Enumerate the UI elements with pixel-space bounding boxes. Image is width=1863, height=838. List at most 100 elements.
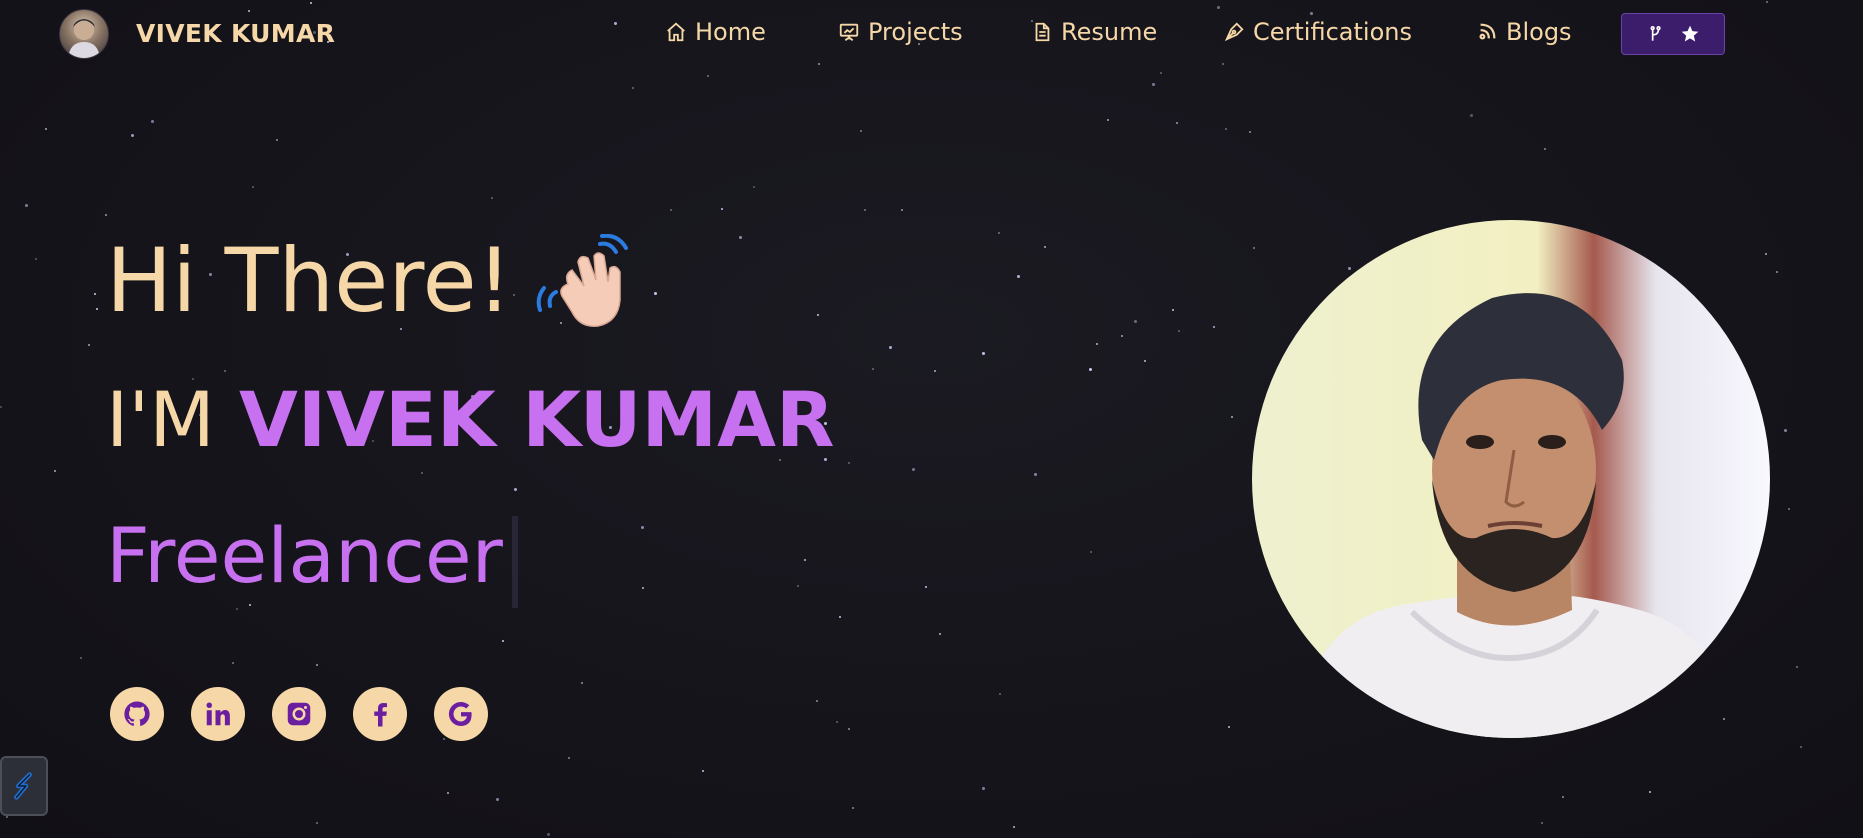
nav-home[interactable]: Home [665,17,766,47]
star-dot [1152,83,1155,86]
star-dot [860,130,862,132]
extension-logo-icon [14,772,32,800]
nav-projects[interactable]: Projects [838,17,963,47]
star-dot [80,657,82,659]
star-dot [1541,822,1543,824]
star-dot [934,370,936,372]
star-dot [514,488,517,491]
star-dot [901,209,903,211]
star-dot [491,197,493,199]
profile-photo [1252,220,1770,738]
star-dot [864,209,866,211]
star-dot [1090,551,1092,553]
star-dot [151,120,154,123]
star-dot [316,822,318,824]
star-dot [35,258,37,260]
star-dot [1253,247,1255,249]
social-facebook[interactable] [353,687,407,741]
star-dot [232,662,234,664]
star-dot [889,346,892,349]
star-dot [1178,330,1180,332]
star-dot [421,472,423,474]
star-dot [1176,122,1178,124]
star-dot [1107,119,1109,121]
star-dot [1796,666,1798,668]
nav-blogs[interactable]: Blogs [1476,17,1572,47]
star-dot [982,787,985,790]
hero-intro: I'M VIVEK KUMAR [106,370,834,470]
star-dot [1228,726,1230,728]
star-dot [836,721,838,723]
star-dot [1249,131,1251,133]
star-dot [25,204,28,207]
star-dot [45,128,47,130]
nav-resume-label: Resume [1061,18,1158,46]
star-dot [1225,128,1227,130]
star-dot [54,470,56,472]
star-dot [1013,826,1015,828]
star-dot [702,770,704,772]
github-star-button[interactable] [1621,13,1725,55]
star-dot [1231,416,1233,418]
star-dot [1144,360,1146,362]
star-dot [707,75,709,77]
document-icon [1035,22,1050,42]
star-dot [872,368,874,370]
star-dot [1788,508,1790,510]
person-portrait-icon [1292,293,1742,738]
star-dot [1784,429,1787,432]
nav-resume[interactable]: Resume [1031,17,1157,47]
star-dot [105,214,107,216]
star-dot [982,352,985,355]
star-dot [753,186,755,188]
star-dot [94,293,96,295]
social-linkedin[interactable] [191,687,245,741]
star-dot [502,640,504,642]
star-dot [1649,791,1651,793]
rss-icon [1479,23,1496,40]
star-dot [1044,246,1046,248]
nav-certifications[interactable]: Certifications [1223,17,1412,47]
star-dot [839,616,841,618]
star-dot [447,792,449,794]
star-dot [998,232,1000,234]
brand-name[interactable]: VIVEK KUMAR [136,19,335,48]
nav-projects-label: Projects [868,18,963,46]
star-dot [852,807,854,809]
star-dot [912,468,915,471]
star-dot [1470,114,1473,117]
social-google[interactable] [434,687,488,741]
github-icon [124,701,150,726]
star-dot [632,87,634,89]
brand-avatar[interactable] [59,9,109,59]
star-dot [642,587,644,589]
star-dot [236,608,238,610]
star-dot [581,682,583,684]
hero-intro-name: VIVEK KUMAR [239,375,835,464]
navbar: VIVEK KUMAR Home Projects Resume Certifi… [0,0,1863,66]
star-dot [1134,320,1137,323]
star-dot [999,693,1001,695]
star-dot [641,526,644,529]
star-dot [513,294,515,296]
star-dot [1348,267,1351,270]
social-instagram[interactable] [272,687,326,741]
waving-hand-icon [536,234,628,327]
hero-greeting: Hi There! [106,229,512,332]
star-dot [654,292,657,295]
star-dot [6,816,8,818]
star-dot [1121,335,1123,337]
typewriter-role: Freelancer [106,511,503,600]
floating-extension-widget[interactable] [0,756,48,816]
star-dot [804,559,806,561]
star-dot [1213,326,1215,328]
star-dot [1089,368,1092,371]
star-dot [276,139,278,141]
social-github[interactable] [110,687,164,741]
star-dot [721,208,723,210]
star-dot [1562,796,1564,798]
star-dot [816,700,818,702]
hero-intro-prefix: I'M [106,375,240,464]
star-dot [1034,473,1037,476]
page: VIVEK KUMAR Home Projects Resume Certifi… [0,0,1863,838]
